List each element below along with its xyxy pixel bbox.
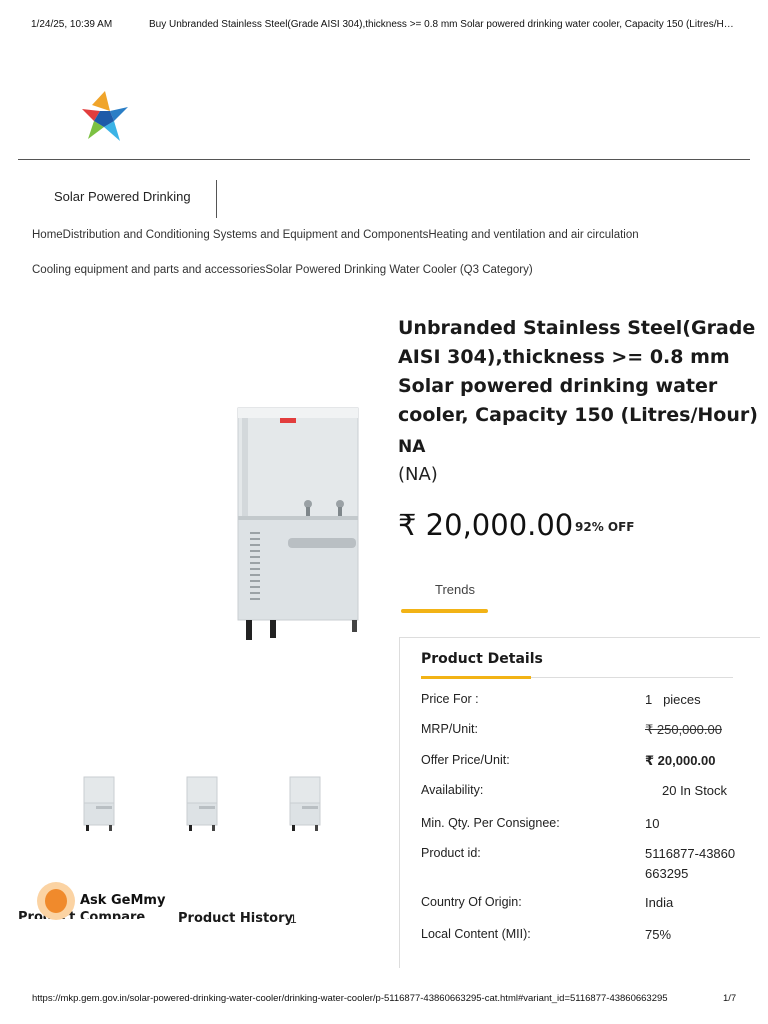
product-details-divider — [531, 677, 733, 678]
product-thumbnail-2[interactable] — [185, 775, 219, 831]
detail-label-availability: Availability: — [421, 783, 484, 797]
detail-label-country: Country Of Origin: — [421, 895, 522, 909]
detail-label-product-id: Product id: — [421, 846, 481, 860]
detail-value-local-content: 75% — [645, 927, 672, 942]
product-history-count: 1 — [290, 912, 297, 926]
product-details-underline — [421, 676, 531, 679]
product-thumbnail-1[interactable] — [82, 775, 116, 831]
breadcrumb-line-2[interactable]: Cooling equipment and parts and accessor… — [32, 264, 533, 276]
detail-value-mrp: ₹ 250,000.00 — [645, 722, 722, 737]
category-separator — [216, 180, 217, 218]
breadcrumb-line-1[interactable]: HomeDistribution and Conditioning System… — [32, 229, 639, 241]
product-price: ₹ 20,000.00 — [398, 508, 574, 542]
product-thumbnail-3[interactable] — [288, 775, 322, 831]
detail-value-offer-price: ₹ 20,000.00 — [645, 753, 716, 768]
detail-label-price-for: Price For : — [421, 692, 479, 706]
product-details-panel — [399, 637, 760, 968]
detail-value-min-qty: 10 — [645, 816, 660, 831]
detail-label-mrp: MRP/Unit: — [421, 722, 478, 736]
product-brand-sub: (NA) — [398, 464, 438, 485]
product-details-heading: Product Details — [421, 651, 543, 667]
print-doc-title: Buy Unbranded Stainless Steel(Grade AISI… — [149, 19, 734, 30]
print-url: https://mkp.gem.gov.in/solar-powered-dri… — [32, 993, 668, 1004]
tab-trends-underline — [401, 609, 488, 613]
detail-label-local-content: Local Content (MII): — [421, 927, 531, 941]
print-datetime: 1/24/25, 10:39 AM — [31, 19, 113, 30]
assistant-face-icon — [45, 889, 67, 913]
tab-trends[interactable]: Trends — [435, 582, 475, 597]
product-title: Unbranded Stainless Steel(Grade AISI 304… — [398, 317, 758, 426]
category-tab[interactable]: Solar Powered Drinking — [54, 189, 191, 204]
product-main-image[interactable] — [234, 404, 360, 644]
product-history-label[interactable]: Product History — [178, 911, 293, 926]
detail-value-price-for: 1 pieces — [645, 692, 701, 707]
header-divider — [18, 159, 750, 160]
gem-logo[interactable] — [80, 89, 130, 143]
discount-badge: 92% OFF — [575, 520, 635, 534]
detail-label-min-qty: Min. Qty. Per Consignee: — [421, 816, 560, 830]
detail-value-country: India — [645, 895, 674, 910]
product-compare-label[interactable]: Product Compare — [18, 910, 145, 919]
detail-value-availability: 20 In Stock — [662, 783, 728, 798]
product-brand: NA — [398, 437, 426, 457]
print-page-number: 1/7 — [723, 993, 737, 1004]
detail-label-offer-price: Offer Price/Unit: — [421, 753, 510, 767]
detail-value-product-id: 5116877-43860663295 — [645, 846, 736, 881]
assistant-label[interactable]: Ask GeMmy — [80, 893, 165, 908]
